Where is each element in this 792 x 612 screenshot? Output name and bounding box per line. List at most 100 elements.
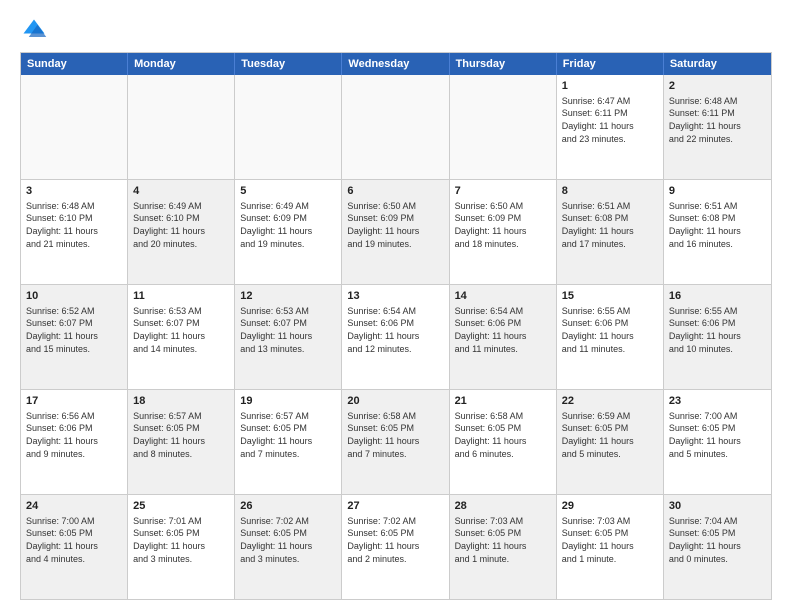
cell-info-text: Daylight: 11 hours	[347, 435, 443, 448]
calendar-header-tuesday: Tuesday	[235, 53, 342, 75]
calendar-cell: 19Sunrise: 6:57 AMSunset: 6:05 PMDayligh…	[235, 390, 342, 494]
calendar-cell: 16Sunrise: 6:55 AMSunset: 6:06 PMDayligh…	[664, 285, 771, 389]
header	[20, 16, 772, 44]
cell-info-text: Sunrise: 6:59 AM	[562, 410, 658, 423]
cell-info-text: Sunset: 6:06 PM	[26, 422, 122, 435]
cell-info-text: and 16 minutes.	[669, 238, 766, 251]
cell-info-text: Sunset: 6:05 PM	[669, 422, 766, 435]
cell-info-text: and 7 minutes.	[347, 448, 443, 461]
day-number: 12	[240, 289, 336, 304]
cell-info-text: Daylight: 11 hours	[455, 540, 551, 553]
cell-info-text: Sunrise: 6:48 AM	[26, 200, 122, 213]
cell-info-text: Daylight: 11 hours	[133, 225, 229, 238]
cell-info-text: Daylight: 11 hours	[133, 540, 229, 553]
cell-info-text: Sunrise: 6:56 AM	[26, 410, 122, 423]
cell-info-text: and 21 minutes.	[26, 238, 122, 251]
cell-info-text: Daylight: 11 hours	[669, 330, 766, 343]
cell-info-text: Sunset: 6:09 PM	[455, 212, 551, 225]
day-number: 10	[26, 289, 122, 304]
cell-info-text: Sunset: 6:07 PM	[133, 317, 229, 330]
cell-info-text: and 11 minutes.	[455, 343, 551, 356]
cell-info-text: and 5 minutes.	[669, 448, 766, 461]
cell-info-text: and 5 minutes.	[562, 448, 658, 461]
cell-info-text: Daylight: 11 hours	[669, 540, 766, 553]
day-number: 5	[240, 184, 336, 199]
day-number: 27	[347, 499, 443, 514]
cell-info-text: and 4 minutes.	[26, 553, 122, 566]
calendar-cell	[235, 75, 342, 179]
day-number: 9	[669, 184, 766, 199]
cell-info-text: Daylight: 11 hours	[669, 120, 766, 133]
calendar-cell: 10Sunrise: 6:52 AMSunset: 6:07 PMDayligh…	[21, 285, 128, 389]
calendar-cell: 20Sunrise: 6:58 AMSunset: 6:05 PMDayligh…	[342, 390, 449, 494]
day-number: 25	[133, 499, 229, 514]
day-number: 21	[455, 394, 551, 409]
cell-info-text: and 1 minute.	[562, 553, 658, 566]
calendar-cell: 4Sunrise: 6:49 AMSunset: 6:10 PMDaylight…	[128, 180, 235, 284]
calendar-cell: 11Sunrise: 6:53 AMSunset: 6:07 PMDayligh…	[128, 285, 235, 389]
calendar-row-5: 24Sunrise: 7:00 AMSunset: 6:05 PMDayligh…	[21, 494, 771, 599]
calendar-cell: 6Sunrise: 6:50 AMSunset: 6:09 PMDaylight…	[342, 180, 449, 284]
cell-info-text: and 0 minutes.	[669, 553, 766, 566]
cell-info-text: Daylight: 11 hours	[133, 330, 229, 343]
cell-info-text: Daylight: 11 hours	[240, 435, 336, 448]
calendar-cell: 5Sunrise: 6:49 AMSunset: 6:09 PMDaylight…	[235, 180, 342, 284]
calendar-cell: 21Sunrise: 6:58 AMSunset: 6:05 PMDayligh…	[450, 390, 557, 494]
cell-info-text: Daylight: 11 hours	[669, 225, 766, 238]
cell-info-text: Daylight: 11 hours	[669, 435, 766, 448]
cell-info-text: and 11 minutes.	[562, 343, 658, 356]
day-number: 22	[562, 394, 658, 409]
cell-info-text: Daylight: 11 hours	[240, 330, 336, 343]
day-number: 29	[562, 499, 658, 514]
cell-info-text: Sunrise: 7:00 AM	[26, 515, 122, 528]
day-number: 23	[669, 394, 766, 409]
calendar-header-saturday: Saturday	[664, 53, 771, 75]
cell-info-text: Sunrise: 6:50 AM	[455, 200, 551, 213]
cell-info-text: Sunset: 6:05 PM	[562, 527, 658, 540]
calendar: SundayMondayTuesdayWednesdayThursdayFrid…	[20, 52, 772, 600]
calendar-cell: 8Sunrise: 6:51 AMSunset: 6:08 PMDaylight…	[557, 180, 664, 284]
cell-info-text: and 17 minutes.	[562, 238, 658, 251]
cell-info-text: Daylight: 11 hours	[562, 435, 658, 448]
calendar-cell	[128, 75, 235, 179]
cell-info-text: and 2 minutes.	[347, 553, 443, 566]
cell-info-text: Daylight: 11 hours	[240, 540, 336, 553]
calendar-cell: 18Sunrise: 6:57 AMSunset: 6:05 PMDayligh…	[128, 390, 235, 494]
cell-info-text: Sunset: 6:08 PM	[562, 212, 658, 225]
cell-info-text: Sunset: 6:06 PM	[562, 317, 658, 330]
day-number: 15	[562, 289, 658, 304]
day-number: 16	[669, 289, 766, 304]
cell-info-text: Sunrise: 6:52 AM	[26, 305, 122, 318]
day-number: 19	[240, 394, 336, 409]
cell-info-text: Daylight: 11 hours	[562, 540, 658, 553]
cell-info-text: and 6 minutes.	[455, 448, 551, 461]
calendar-cell	[450, 75, 557, 179]
calendar-cell: 12Sunrise: 6:53 AMSunset: 6:07 PMDayligh…	[235, 285, 342, 389]
cell-info-text: Sunrise: 6:47 AM	[562, 95, 658, 108]
day-number: 20	[347, 394, 443, 409]
cell-info-text: and 19 minutes.	[240, 238, 336, 251]
cell-info-text: Daylight: 11 hours	[26, 225, 122, 238]
cell-info-text: Sunrise: 6:49 AM	[240, 200, 336, 213]
day-number: 28	[455, 499, 551, 514]
cell-info-text: Sunset: 6:05 PM	[240, 422, 336, 435]
cell-info-text: Sunset: 6:08 PM	[669, 212, 766, 225]
day-number: 14	[455, 289, 551, 304]
cell-info-text: Sunrise: 6:58 AM	[347, 410, 443, 423]
day-number: 18	[133, 394, 229, 409]
day-number: 8	[562, 184, 658, 199]
calendar-cell: 22Sunrise: 6:59 AMSunset: 6:05 PMDayligh…	[557, 390, 664, 494]
cell-info-text: Sunset: 6:05 PM	[455, 422, 551, 435]
cell-info-text: Sunrise: 6:55 AM	[562, 305, 658, 318]
day-number: 2	[669, 79, 766, 94]
calendar-cell: 13Sunrise: 6:54 AMSunset: 6:06 PMDayligh…	[342, 285, 449, 389]
calendar-cell: 17Sunrise: 6:56 AMSunset: 6:06 PMDayligh…	[21, 390, 128, 494]
calendar-cell: 30Sunrise: 7:04 AMSunset: 6:05 PMDayligh…	[664, 495, 771, 599]
cell-info-text: and 19 minutes.	[347, 238, 443, 251]
calendar-row-1: 1Sunrise: 6:47 AMSunset: 6:11 PMDaylight…	[21, 75, 771, 179]
calendar-header-friday: Friday	[557, 53, 664, 75]
day-number: 26	[240, 499, 336, 514]
day-number: 3	[26, 184, 122, 199]
cell-info-text: Sunrise: 7:03 AM	[455, 515, 551, 528]
cell-info-text: Sunset: 6:06 PM	[455, 317, 551, 330]
